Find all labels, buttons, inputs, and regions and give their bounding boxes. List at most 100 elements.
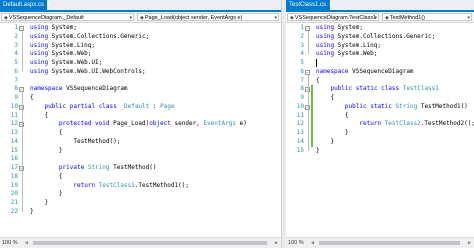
code-line[interactable]: {: [30, 112, 48, 121]
zoom-level[interactable]: 100 %: [288, 239, 304, 247]
left-horizontal-scrollbar[interactable]: 100 % ◀ ▶: [0, 237, 281, 248]
scroll-right-icon[interactable]: ▶: [275, 240, 278, 246]
code-line[interactable]: namespace VSSequenceDiagram: [316, 68, 414, 77]
code-line[interactable]: return TestClass1.TestMethod1();: [30, 182, 189, 191]
chevron-down-icon: ▾: [129, 15, 132, 21]
member-dropdown[interactable]: ◆TestMethod1() ▾: [382, 13, 472, 21]
code-token: using: [30, 59, 49, 66]
code-line[interactable]: using System;: [30, 24, 77, 33]
scroll-right-icon[interactable]: ▶: [468, 240, 471, 246]
code-token: using: [30, 32, 49, 40]
code-token: VSSequenceDiagram: [348, 67, 414, 75]
line-number: 14: [10, 137, 18, 145]
code-line[interactable]: namespace VSSequenceDiagram: [30, 85, 128, 94]
tab-default-aspx-cs[interactable]: Default.aspx.cs ×: [0, 0, 51, 10]
scroll-thumb[interactable]: [33, 241, 267, 245]
code-line[interactable]: {: [30, 129, 63, 138]
code-line[interactable]: }: [30, 208, 34, 217]
code-line[interactable]: using System.Web;: [316, 50, 377, 59]
class-dropdown-value: VSSequenceDiagram.TestClass1: [294, 15, 377, 21]
code-token: System.Web.UI.WebControls;: [48, 67, 146, 75]
close-icon[interactable]: ×: [47, 2, 51, 8]
code-line[interactable]: public partial class _Default : Page: [30, 102, 175, 112]
code-line[interactable]: }: [30, 190, 63, 199]
tab-testclass1-cs[interactable]: TestClass1.cs ×: [286, 0, 333, 10]
tab-label: TestClass1.cs: [289, 2, 327, 8]
line-number: 8: [300, 85, 304, 93]
code-token: object: [149, 120, 171, 128]
code-line[interactable]: }: [30, 147, 63, 156]
code-token: .TestMethod2();: [420, 120, 474, 128]
class-icon: ◆: [4, 15, 8, 21]
code-token: static: [355, 85, 378, 93]
code-token: class: [381, 85, 400, 93]
code-token: void: [95, 120, 110, 128]
line-number: 4: [300, 50, 304, 58]
code-line[interactable]: }: [316, 129, 349, 138]
code-token: class: [98, 102, 117, 110]
chevron-down-icon: ▾: [467, 15, 470, 21]
left-code-editor[interactable]: 1 2 3 4 5 6 7 8 9 10 11 12 13 14 15 16 17 18 19 20 21 22− − − − −…: [0, 23, 281, 238]
code-line[interactable]: {: [316, 77, 320, 86]
code-line[interactable]: using System;: [316, 24, 363, 33]
code-token: Page_Load(: [109, 120, 150, 128]
member-dropdown[interactable]: ◆Page_Load(object sender, EventArgs e) ▾: [137, 13, 279, 21]
line-number: 12: [296, 120, 304, 128]
line-number: 17: [10, 164, 18, 171]
class-dropdown[interactable]: ◆VSSequenceDiagram._Default ▾: [1, 13, 134, 21]
code-token: TestClass2: [384, 120, 421, 128]
code-token: {: [316, 94, 335, 101]
code-token: System.Collections.Generic;: [334, 32, 436, 40]
code-token: sender,: [170, 120, 204, 128]
code-line[interactable]: using System.Linq;: [316, 42, 381, 51]
class-dropdown[interactable]: ◆VSSequenceDiagram.TestClass1 ▾: [287, 13, 379, 21]
line-number-gutter: 1 2 3 4 5 6 7 8 9 10 11 12 13 14 15− − − −: [286, 23, 313, 238]
code-line[interactable]: using System.Linq;: [30, 42, 95, 51]
line-number: 18: [10, 172, 18, 180]
zoom-level[interactable]: 100 %: [2, 239, 18, 247]
code-token: }: [316, 129, 349, 136]
code-line[interactable]: using System.Web.UI.WebControls;: [30, 68, 146, 77]
code-line[interactable]: return TestClass2.TestMethod2();: [316, 120, 474, 129]
right-horizontal-scrollbar[interactable]: 100 % ◀ ▶: [286, 237, 474, 248]
line-number: 11: [10, 111, 18, 119]
code-line[interactable]: {: [316, 112, 349, 121]
code-line[interactable]: using System.Web;: [30, 50, 91, 59]
line-number: 3: [300, 41, 304, 49]
line-number: 10: [10, 102, 18, 110]
code-line[interactable]: public static class TestClass1: [316, 85, 438, 94]
left-navigation-bar: ◆VSSequenceDiagram._Default ▾ ◆Page_Load(…: [0, 12, 281, 23]
code-line[interactable]: using System.Collections.Generic;: [316, 33, 435, 42]
code-line[interactable]: {: [30, 94, 34, 103]
member-dropdown-value: Page_Load(object sender, EventArgs e): [144, 15, 243, 21]
right-code-editor[interactable]: 1 2 3 4 5 6 7 8 9 10 11 12 13 14 15− − − − using System; u…: [286, 23, 474, 238]
code-line[interactable]: public static String TestMethod1(): [316, 103, 468, 112]
code-token: System.Linq;: [48, 41, 96, 49]
scroll-left-icon[interactable]: ◀: [25, 240, 28, 246]
outline-line: [307, 109, 309, 133]
scroll-thumb[interactable]: [319, 241, 460, 245]
code-line[interactable]: }: [316, 147, 320, 156]
code-line[interactable]: {: [30, 173, 63, 182]
code-token: VSSequenceDiagram: [62, 85, 128, 93]
close-icon[interactable]: ×: [329, 2, 333, 8]
code-line[interactable]: private String TestMethod(): [30, 164, 157, 173]
code-token: return: [73, 181, 96, 189]
code-token: return: [359, 120, 382, 128]
line-number: 20: [10, 190, 18, 198]
code-line[interactable]: protected void Page_Load(object sender, …: [30, 120, 247, 129]
line-number: 7: [300, 76, 304, 84]
code-line[interactable]: using System.Web.UI;: [30, 59, 102, 68]
code-line[interactable]: }: [316, 138, 334, 147]
change-marker: [311, 85, 313, 147]
code-token: using: [316, 24, 335, 31]
code-token: e): [235, 120, 247, 128]
scroll-left-icon[interactable]: ◀: [311, 240, 314, 246]
line-number: 9: [14, 94, 18, 101]
code-line[interactable]: {: [316, 94, 334, 103]
code-line[interactable]: TestMethod();: [30, 138, 120, 147]
code-token: Page: [160, 102, 175, 110]
code-line[interactable]: }: [30, 199, 48, 208]
code-line[interactable]: using System.Collections.Generic;: [30, 33, 149, 42]
